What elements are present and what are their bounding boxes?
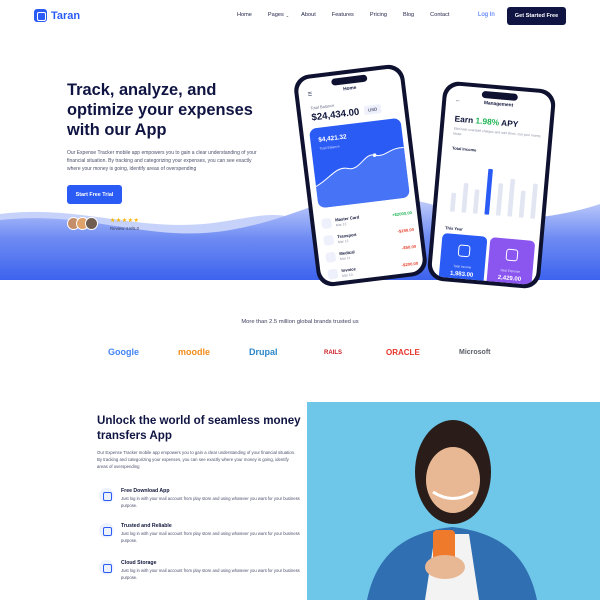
nav-link-blog[interactable]: Blog xyxy=(403,12,414,18)
transaction-name: Medical xyxy=(339,249,355,257)
transaction-name: Invoice xyxy=(341,266,357,274)
transaction-date: Mar 11 xyxy=(339,255,351,262)
feature-title: Trusted and Reliable xyxy=(121,523,172,529)
apy-rate: 1.98% xyxy=(475,115,500,128)
income-bar xyxy=(472,189,480,214)
wallet-icon xyxy=(457,244,471,258)
earn-prefix: Earn xyxy=(454,113,476,126)
feature-description: Just log in with your mail account from … xyxy=(121,568,300,580)
cloud-storage-icon xyxy=(99,560,114,575)
transaction-amount: -$190.00 xyxy=(397,226,415,234)
feature-title: Free Download App xyxy=(121,488,170,494)
brand-logo-moodle: moodle xyxy=(178,347,211,357)
rating-stars-icon: ★★★★★ xyxy=(110,218,140,224)
total-expense-box[interactable]: Total Expense 2,429.00 xyxy=(486,237,536,286)
phone-notch xyxy=(481,90,518,101)
feature-title: Cloud Storage xyxy=(121,560,157,566)
income-bar-chart xyxy=(450,168,538,219)
income-label: Total Income xyxy=(451,145,477,153)
features-description: Our Expense Tracker mobile app empowers … xyxy=(97,450,296,469)
earn-subtitle: Eliminate overdraft charges and wait tim… xyxy=(453,126,542,139)
phone-management-title: Management xyxy=(483,101,514,109)
reviewer-avatars xyxy=(67,217,98,230)
income-bar xyxy=(450,192,457,212)
start-free-trial-button[interactable]: Start Free Trial xyxy=(67,185,122,204)
income-bar xyxy=(484,168,493,215)
transaction-amount: -$50.00 xyxy=(401,243,417,251)
review-score: Review 4.8/5.0 xyxy=(110,226,140,231)
top-navigation: Taran Home Pages ⌄ About Features Pricin… xyxy=(0,0,600,34)
chart-icon xyxy=(505,248,519,262)
login-link[interactable]: Log In xyxy=(478,12,495,18)
card-icon xyxy=(321,217,333,230)
brand-logo-rails: RAILS xyxy=(324,350,342,356)
nav-link-contact[interactable]: Contact xyxy=(430,12,449,18)
earn-suffix: APY xyxy=(498,117,519,130)
brand-logo[interactable]: Taran xyxy=(34,9,80,22)
nav-links: Home Pages ⌄ About Features Pricing Blog… xyxy=(237,12,449,18)
get-started-button[interactable]: Get Started Free xyxy=(507,7,566,25)
income-bar xyxy=(530,183,538,219)
total-income-box[interactable]: Total Income 1,983.00 xyxy=(438,232,488,286)
nav-link-pages[interactable]: Pages xyxy=(268,12,284,18)
feature-description: Just log in with your mail account from … xyxy=(121,496,300,508)
chevron-down-icon[interactable]: ⌄ xyxy=(286,13,289,18)
currency-select[interactable]: USD xyxy=(363,104,382,116)
brand-logo-drupal: Drupal xyxy=(249,347,278,357)
transaction-date: Mar 12 xyxy=(335,222,347,228)
download-cloud-icon xyxy=(99,488,114,503)
income-bar xyxy=(507,178,516,217)
phone-management-screen: ← Management Earn 1.98% APY Eliminate ov… xyxy=(430,84,553,286)
balance-card: $4,421.32 Total Balance xyxy=(308,117,411,209)
transport-icon xyxy=(323,234,335,246)
balance-line-chart xyxy=(315,147,411,209)
brand-logo-microsoft: Microsoft xyxy=(459,349,491,356)
photo-illustration xyxy=(367,420,537,600)
logo-icon xyxy=(34,9,47,22)
income-bar xyxy=(518,190,526,218)
transaction-name: Master Card xyxy=(334,214,360,223)
medical-icon xyxy=(325,251,337,263)
nav-link-about[interactable]: About xyxy=(301,12,316,18)
transaction-amount: +$2000.00 xyxy=(391,210,413,218)
feature-description: Just log in with your mail account from … xyxy=(121,531,300,543)
income-bar xyxy=(461,182,469,213)
brands-heading: More than 2.5 million global brands trus… xyxy=(241,319,359,325)
nav-link-pricing[interactable]: Pricing xyxy=(370,12,387,18)
transaction-date: Mar 10 xyxy=(341,272,353,278)
features-title: Unlock the world of seamless money trans… xyxy=(97,414,301,442)
woman-with-phone-photo xyxy=(307,402,600,600)
income-bar xyxy=(495,183,504,216)
income-range-label: This Year xyxy=(444,225,463,232)
avatar xyxy=(85,217,98,230)
brand-name: Taran xyxy=(51,9,81,22)
phone-home-screen: ☰ Home Total Balance $24,434.00 USD $4,4… xyxy=(296,67,425,284)
invoice-icon xyxy=(327,268,339,280)
transaction-amount: -$200.00 xyxy=(401,260,419,268)
brand-logo-oracle: ORACLE xyxy=(386,348,420,357)
shield-check-icon xyxy=(99,523,114,538)
box-value: 2,429.00 xyxy=(497,274,522,283)
brand-logo-google: Google xyxy=(108,347,139,357)
box-value: 1,983.00 xyxy=(449,270,474,279)
phone-management-mockup: ← Management Earn 1.98% APY Eliminate ov… xyxy=(426,80,557,290)
transaction-date: Mar 12 xyxy=(337,238,349,245)
hero-description: Our Expense Tracker mobile app empowers … xyxy=(67,150,257,172)
hero-title: Track, analyze, and optimize your expens… xyxy=(67,81,253,139)
nav-link-home[interactable]: Home xyxy=(237,12,252,18)
nav-link-features[interactable]: Features xyxy=(332,12,354,18)
